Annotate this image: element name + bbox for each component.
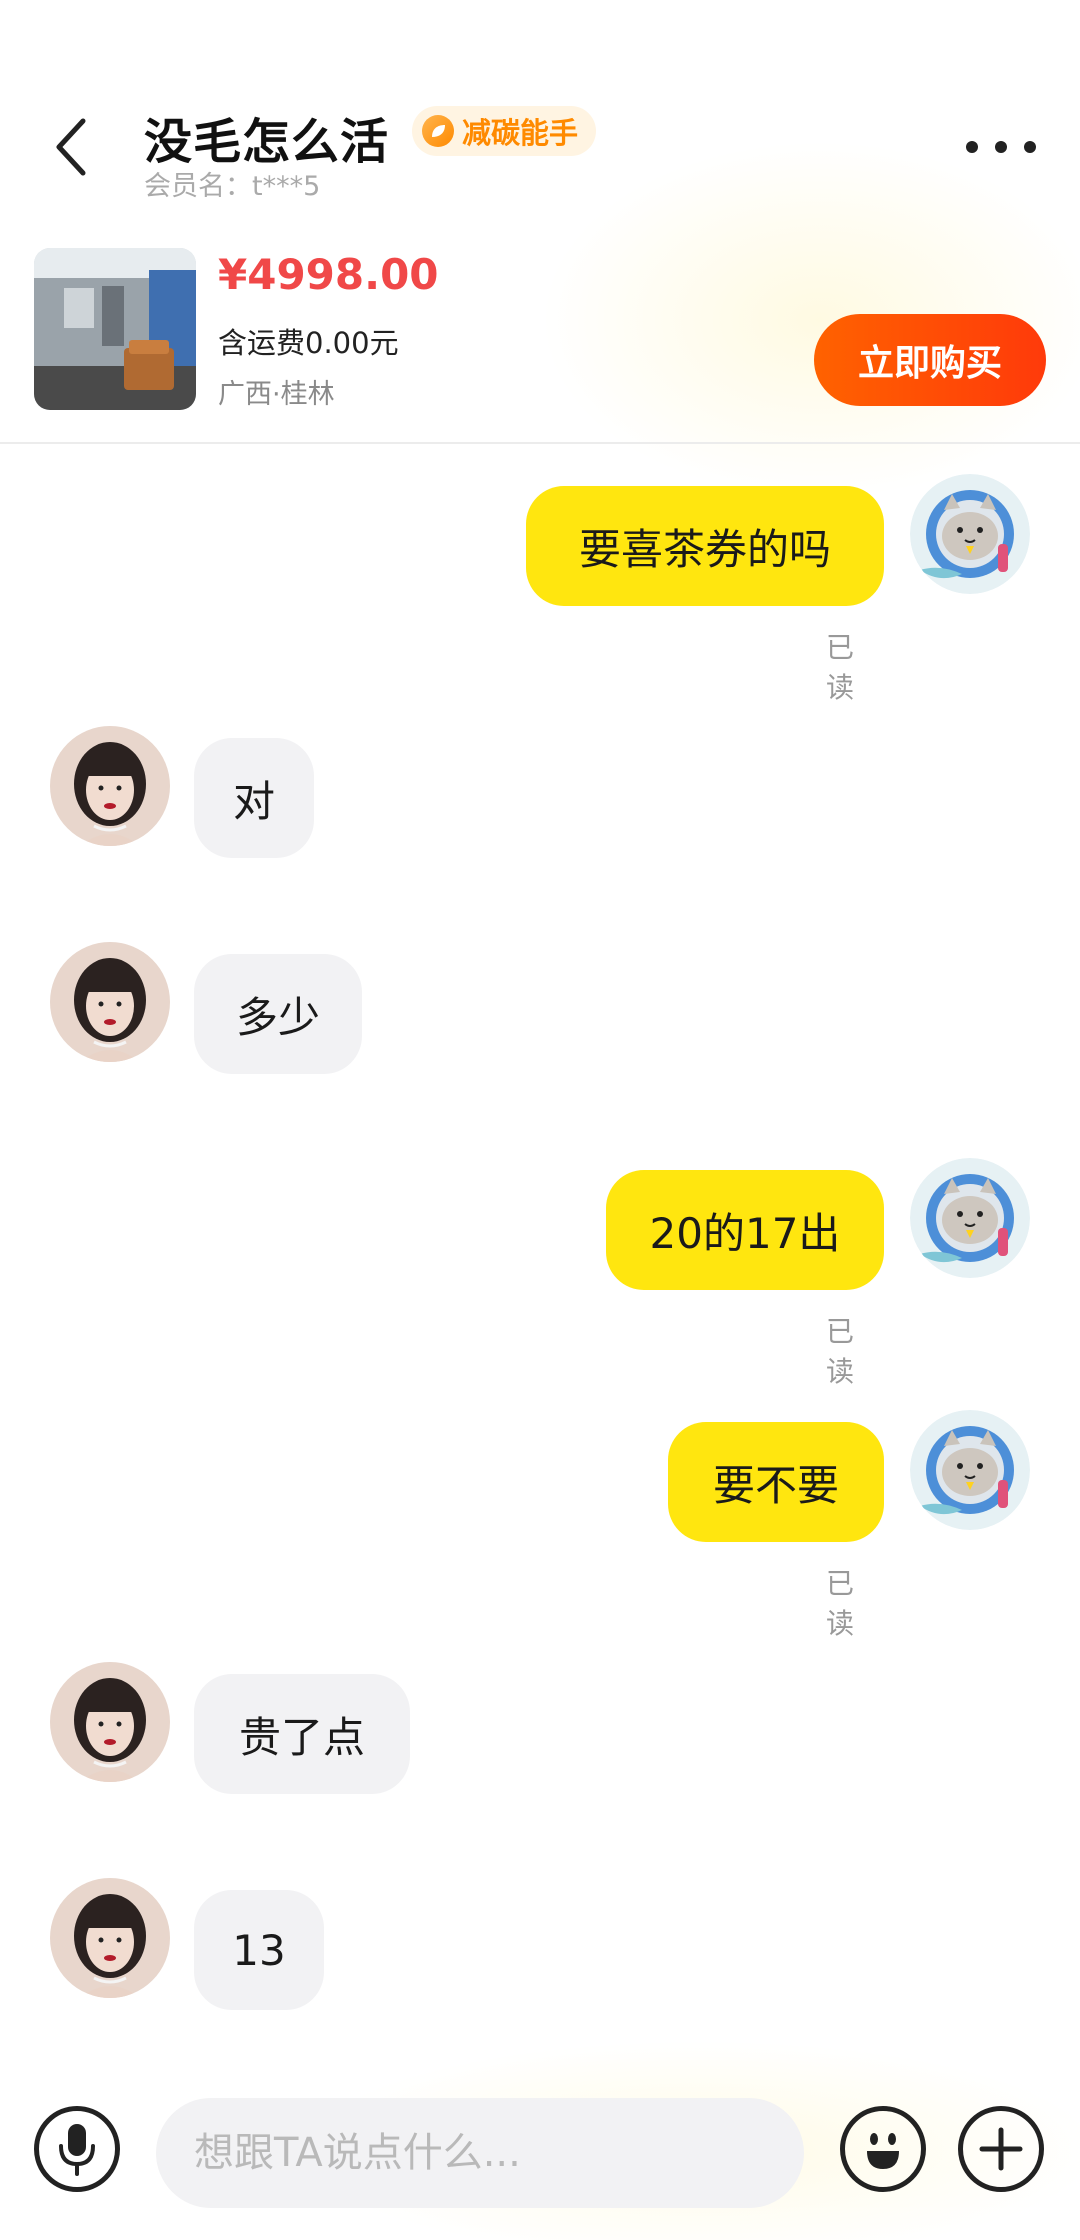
shipping-info: 含运费0.00元 bbox=[218, 326, 399, 360]
contact-avatar[interactable] bbox=[50, 1662, 170, 1782]
emoji-button[interactable] bbox=[840, 2106, 926, 2192]
chat-header: 没毛怎么活 减碳能手 会员名：t***5 bbox=[0, 0, 1080, 202]
cat-astronaut-avatar bbox=[910, 1158, 1030, 1278]
more-options-button[interactable] bbox=[966, 132, 1036, 162]
message-bubble-sent[interactable]: 要不要 bbox=[668, 1422, 884, 1542]
message-bubble-received[interactable]: 对 bbox=[194, 738, 314, 858]
back-button[interactable] bbox=[46, 112, 96, 182]
woman-portrait-avatar bbox=[50, 942, 170, 1062]
contact-avatar[interactable] bbox=[50, 942, 170, 1062]
my-avatar[interactable] bbox=[910, 1158, 1030, 1278]
badge-label: 减碳能手 bbox=[462, 116, 579, 150]
contact-avatar[interactable] bbox=[50, 726, 170, 846]
message-input[interactable] bbox=[156, 2098, 804, 2208]
voice-button[interactable] bbox=[34, 2106, 120, 2192]
read-status: 已读 bbox=[826, 631, 855, 704]
member-name: 会员名：t***5 bbox=[144, 171, 321, 202]
add-attachment-button[interactable] bbox=[958, 2106, 1044, 2192]
woman-portrait-avatar bbox=[50, 1662, 170, 1782]
leaf-icon bbox=[422, 115, 454, 147]
my-avatar[interactable] bbox=[910, 1410, 1030, 1530]
product-thumbnail[interactable] bbox=[34, 248, 196, 410]
microphone-icon bbox=[59, 2124, 95, 2176]
message-bubble-received[interactable]: 13 bbox=[194, 1890, 324, 2010]
message-bubble-sent[interactable]: 要喜茶券的吗 bbox=[526, 486, 884, 606]
message-bubble-received[interactable]: 贵了点 bbox=[194, 1674, 410, 1794]
cat-astronaut-avatar bbox=[910, 1410, 1030, 1530]
message-bubble-sent[interactable]: 20的17出 bbox=[606, 1170, 884, 1290]
product-card[interactable]: ¥4998.00 含运费0.00元 广西·桂林 立即购买 bbox=[0, 244, 1080, 444]
woman-portrait-avatar bbox=[50, 726, 170, 846]
read-status: 已读 bbox=[826, 1315, 855, 1388]
contact-name[interactable]: 没毛怎么活 bbox=[144, 102, 389, 172]
message-bubble-received[interactable]: 多少 bbox=[194, 954, 362, 1074]
more-icon bbox=[966, 141, 978, 153]
smiley-icon bbox=[867, 2133, 899, 2169]
composer-bar bbox=[0, 2080, 1080, 2240]
plus-icon bbox=[979, 2127, 1023, 2171]
contact-avatar[interactable] bbox=[50, 1878, 170, 1998]
more-icon-dot bbox=[1024, 141, 1036, 153]
woman-portrait-avatar bbox=[50, 1878, 170, 1998]
buy-now-button[interactable]: 立即购买 bbox=[814, 314, 1046, 406]
carbon-badge[interactable]: 减碳能手 bbox=[412, 106, 597, 156]
my-avatar[interactable] bbox=[910, 474, 1030, 594]
cat-astronaut-avatar bbox=[910, 474, 1030, 594]
product-price: ¥4998.00 bbox=[218, 250, 439, 299]
read-status: 已读 bbox=[826, 1567, 855, 1640]
chevron-left-icon bbox=[56, 118, 86, 176]
header-divider bbox=[0, 442, 1080, 444]
container-house-image bbox=[34, 248, 196, 410]
product-location: 广西·桂林 bbox=[218, 379, 335, 410]
more-icon-dot bbox=[995, 141, 1007, 153]
